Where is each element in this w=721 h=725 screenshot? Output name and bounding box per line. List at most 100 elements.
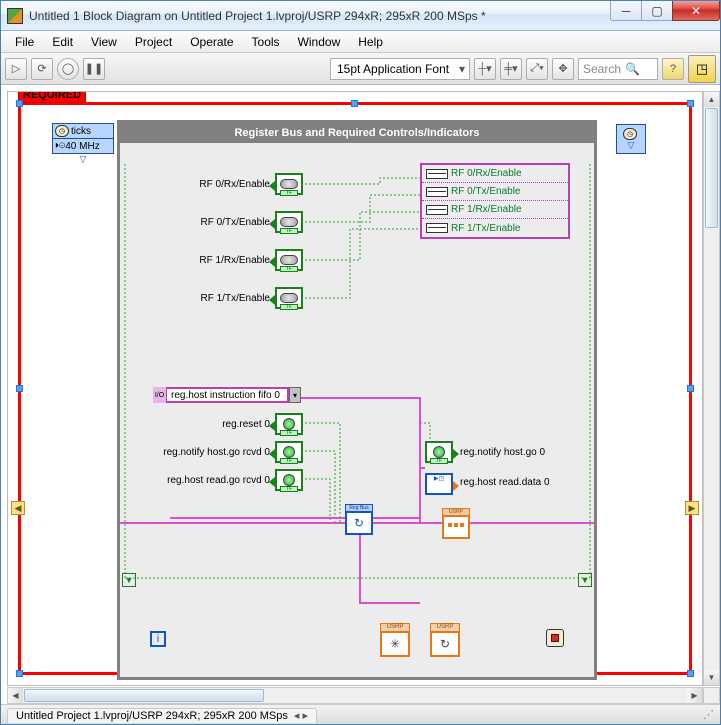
menu-help[interactable]: Help <box>350 33 391 51</box>
scroll-left-arrow[interactable]: ◀ <box>8 688 23 703</box>
scroll-corner <box>703 687 720 704</box>
shift-left-arrow[interactable]: ◀ <box>11 501 25 515</box>
abort-button[interactable]: ◯ <box>57 58 79 80</box>
rf1rx-label: RF 1/Rx/Enable <box>150 255 270 266</box>
project-path: Untitled Project 1.lvproj/USRP 294xR; 29… <box>16 710 288 722</box>
rf0tx-control[interactable]: TF <box>275 211 303 233</box>
reg-notifygo-label: reg.notify host.go rcvd 0 <box>120 447 270 458</box>
font-selector[interactable]: 15pt Application Font <box>330 58 470 80</box>
handle-nw[interactable] <box>16 100 23 107</box>
regbus-node[interactable]: Reg Bus↻ <box>345 511 373 535</box>
rf0rx-label: RF 0/Rx/Enable <box>150 179 270 190</box>
waveform-icon <box>426 223 448 233</box>
rf0tx-indicator: RF 0/Tx/Enable <box>451 186 520 197</box>
reg-reset-label: reg.reset 0 <box>140 419 270 430</box>
host-instruction-fifo[interactable]: I/O reg.host instruction fifo 0 ▾ <box>153 387 289 403</box>
reg-notify-out-indicator[interactable]: TF <box>425 441 453 463</box>
stop-terminal[interactable] <box>546 629 564 647</box>
shift-down-left[interactable]: ▼ <box>122 573 136 587</box>
scroll-up-arrow[interactable]: ▲ <box>704 92 719 107</box>
reg-notifygo-control[interactable]: TF <box>275 441 303 463</box>
align-menu[interactable]: ┼▾ <box>474 58 496 80</box>
iteration-terminal[interactable]: i <box>150 631 166 647</box>
clock-icon: ◷ <box>55 125 69 137</box>
reg-readgo-control[interactable]: TF <box>275 469 303 491</box>
menu-project[interactable]: Project <box>127 33 180 51</box>
register-bus-panel[interactable]: Register Bus and Required Controls/Indic… <box>117 120 597 680</box>
reg-read-data-label: reg.host read.data 0 <box>460 477 590 488</box>
title-bar[interactable]: Untitled 1 Block Diagram on Untitled Pro… <box>1 1 720 31</box>
reg-reset-control[interactable]: TF <box>275 413 303 435</box>
search-placeholder: Search <box>583 62 621 76</box>
pause-button[interactable]: ❚❚ <box>83 58 105 80</box>
usrp-tag: USRP <box>380 623 410 632</box>
horizontal-scrollbar[interactable]: ◀ ▶ <box>7 687 703 704</box>
fifo-label: reg.host instruction fifo 0 <box>171 390 280 401</box>
resize-grip-icon[interactable]: ⋰ <box>703 708 714 721</box>
reg-read-data-indicator[interactable]: ▶◳ <box>425 473 453 495</box>
timer-icon: ⏵⊙ <box>55 141 65 151</box>
resize-menu[interactable]: ⤢▾ <box>526 58 548 80</box>
scroll-down-arrow[interactable]: ▼ <box>704 670 719 685</box>
handle-se[interactable] <box>687 670 694 677</box>
vertical-scrollbar[interactable]: ▲ ▼ <box>703 91 720 686</box>
waveform-icon <box>426 169 448 179</box>
search-icon: 🔍 <box>625 62 640 76</box>
handle-w[interactable] <box>16 385 23 392</box>
tab-navigate-icon[interactable]: ◂ ▸ <box>294 709 308 722</box>
chevron-down-icon: ▽ <box>628 140 635 151</box>
handle-ne[interactable] <box>687 100 694 107</box>
menu-file[interactable]: File <box>7 33 42 51</box>
reg-notify-out-label: reg.notify host.go 0 <box>460 447 590 458</box>
menu-edit[interactable]: Edit <box>44 33 81 51</box>
shift-down-right[interactable]: ▼ <box>578 573 592 587</box>
hscroll-thumb[interactable] <box>24 689 264 702</box>
project-status-tab[interactable]: Untitled Project 1.lvproj/USRP 294xR; 29… <box>7 708 317 723</box>
rf-indicator-cluster[interactable]: RF 0/Rx/Enable RF 0/Tx/Enable RF 1/Rx/En… <box>420 163 570 239</box>
rf1rx-control[interactable]: TF <box>275 249 303 271</box>
close-button[interactable]: ✕ <box>672 1 720 21</box>
app-icon <box>7 8 23 24</box>
rf1tx-control[interactable]: TF <box>275 287 303 309</box>
rf0rx-control[interactable]: TF <box>275 173 303 195</box>
fifo-dropdown[interactable]: ▾ <box>289 387 301 403</box>
distribute-menu[interactable]: ╪▾ <box>500 58 522 80</box>
clock-node-right[interactable]: ◷ ▽ <box>616 124 646 154</box>
handle-sw[interactable] <box>16 670 23 677</box>
usrp-data-node[interactable]: USRP <box>442 515 470 539</box>
handle-e[interactable] <box>687 385 694 392</box>
handle-n[interactable] <box>351 100 358 107</box>
rf1tx-indicator: RF 1/Tx/Enable <box>451 223 520 234</box>
maximize-button[interactable]: ▢ <box>641 1 673 21</box>
ticks-clock: 40 MHz <box>65 141 99 152</box>
menu-operate[interactable]: Operate <box>182 33 241 51</box>
search-box[interactable]: Search 🔍 <box>578 58 658 80</box>
chevron-down-icon[interactable]: ▽ <box>52 154 114 165</box>
rf0tx-label: RF 0/Tx/Enable <box>150 217 270 228</box>
menu-view[interactable]: View <box>83 33 125 51</box>
clock-icon: ◷ <box>623 128 637 140</box>
menu-window[interactable]: Window <box>290 33 349 51</box>
usrp-node-loop[interactable]: USRP↻ <box>430 631 460 657</box>
help-button[interactable]: ? <box>662 58 684 80</box>
cleanup-button[interactable]: ✥ <box>552 58 574 80</box>
vscroll-thumb[interactable] <box>705 108 718 228</box>
app-window: Untitled 1 Block Diagram on Untitled Pro… <box>0 0 721 725</box>
menu-tools[interactable]: Tools <box>244 33 288 51</box>
window-title: Untitled 1 Block Diagram on Untitled Pro… <box>29 9 611 23</box>
waveform-icon <box>426 205 448 215</box>
minimize-button[interactable]: ─ <box>610 1 642 21</box>
shift-right-arrow[interactable]: ▶ <box>685 501 699 515</box>
scroll-right-arrow[interactable]: ▶ <box>687 688 702 703</box>
run-continuous-button[interactable]: ⟳ <box>31 58 53 80</box>
usrp-tag: USRP <box>442 508 470 516</box>
fifo-tag-icon: I/O <box>153 387 167 403</box>
status-bar: Untitled Project 1.lvproj/USRP 294xR; 29… <box>1 704 720 724</box>
usrp-node-init[interactable]: USRP✳ <box>380 631 410 657</box>
block-diagram-canvas[interactable]: REQUIRED ◀ ▶ ◷ticks ⏵⊙40 MHz ▽ <box>7 91 703 686</box>
run-button[interactable]: ▷ <box>5 58 27 80</box>
ticks-node[interactable]: ◷ticks ⏵⊙40 MHz ▽ <box>52 124 114 165</box>
context-icon[interactable]: ◳ <box>688 55 716 83</box>
rf1rx-indicator: RF 1/Rx/Enable <box>451 204 522 215</box>
rf1tx-label: RF 1/Tx/Enable <box>150 293 270 304</box>
